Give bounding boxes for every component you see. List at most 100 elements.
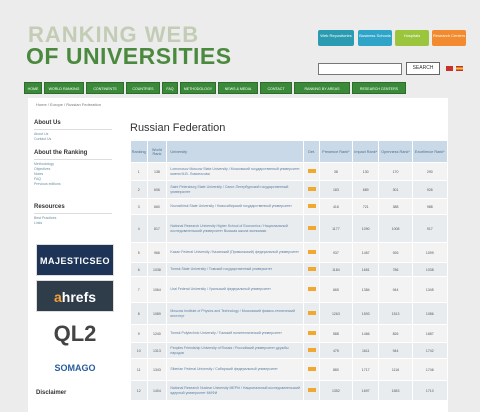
cell-university-link[interactable]: National Research Nuclear University MEP…: [166, 380, 305, 401]
details-icon[interactable]: [307, 367, 316, 371]
cell-presence-rank: 880: [318, 358, 353, 381]
details-icon[interactable]: [307, 250, 316, 254]
details-icon[interactable]: [307, 226, 316, 230]
cell-world-rank: 1404: [146, 380, 168, 401]
cell-world-rank: 966: [146, 242, 168, 263]
nav-world-ranking[interactable]: WORLD RANKING: [44, 82, 84, 94]
cell-impact-rank: 1697: [351, 380, 380, 401]
cell-det[interactable]: [303, 162, 320, 181]
cell-det[interactable]: [303, 214, 320, 243]
cell-university-link[interactable]: Peoples Friendship University of Russia …: [166, 342, 305, 359]
nav-continents[interactable]: CONTINENTS: [86, 82, 124, 94]
cell-det[interactable]: [303, 180, 320, 199]
sidebar-link-contact-us[interactable]: Contact Us: [34, 137, 51, 141]
cell-university-link[interactable]: Siberian Federal University / Сибирский …: [166, 358, 305, 381]
cell-university-link[interactable]: Moscow Institute of Physics and Technolo…: [166, 302, 305, 325]
cell-university-link[interactable]: Tomsk State University / Томский государ…: [166, 262, 305, 277]
details-icon[interactable]: [307, 388, 316, 392]
ranking-table: Ranking World Rank University Det. Prese…: [130, 140, 449, 401]
cell-excellence-rank: 290: [411, 162, 449, 181]
details-icon[interactable]: [307, 204, 316, 208]
cell-impact-rank: 1466: [351, 324, 380, 343]
column-header-openness-rank[interactable]: Openness Rank*: [378, 140, 413, 163]
research-centers-button[interactable]: Research Centers: [432, 30, 466, 46]
details-icon[interactable]: [307, 187, 316, 191]
cell-university-link[interactable]: Saint Petersburg State University / Санк…: [166, 180, 305, 199]
details-icon[interactable]: [307, 169, 316, 173]
sidebar-link-links[interactable]: Links: [34, 221, 42, 225]
column-header-excellence-rank[interactable]: Excellence Rank*: [411, 140, 449, 163]
nav-ranking-by-areas[interactable]: RANKING BY AREAS: [294, 82, 350, 94]
cell-openness-rank: 944: [378, 276, 413, 303]
details-icon[interactable]: [307, 348, 316, 352]
hospitals-button[interactable]: Hospitals: [395, 30, 429, 46]
details-icon[interactable]: [307, 311, 316, 315]
details-icon[interactable]: [307, 287, 316, 291]
column-header-ranking[interactable]: Ranking: [130, 140, 148, 163]
column-header-world-rank[interactable]: World Rank: [146, 140, 168, 163]
column-header-university[interactable]: University: [166, 140, 305, 163]
cell-openness-rank: 1116: [378, 358, 413, 381]
column-header-presence-rank[interactable]: Presence Rank*: [318, 140, 353, 163]
nav-faq[interactable]: FAQ: [162, 82, 178, 94]
cell-det[interactable]: [303, 358, 320, 381]
cell-university-link[interactable]: Novosibirsk State University / Новосибир…: [166, 198, 305, 215]
sidebar-link-methodology[interactable]: Methodology: [34, 162, 54, 166]
cell-excellence-rank: 1086: [411, 302, 449, 325]
business-schools-button[interactable]: Business Schools: [358, 30, 392, 46]
cell-det[interactable]: [303, 198, 320, 215]
cell-det[interactable]: [303, 342, 320, 359]
cell-det[interactable]: [303, 276, 320, 303]
search-input[interactable]: [318, 63, 402, 75]
cell-world-rank: 660: [146, 198, 168, 215]
cell-university-link[interactable]: Tomsk Polytechnic University / Томский п…: [166, 324, 305, 343]
sidebar-link-notes[interactable]: Notes: [34, 172, 43, 176]
web-repositories-button[interactable]: Web Repositories: [318, 30, 354, 46]
nav-contact[interactable]: CONTACT: [260, 82, 292, 94]
details-icon[interactable]: [307, 267, 316, 271]
majestic-seo-logo[interactable]: MAJESTICSEO: [36, 244, 114, 276]
cell-presence-rank: 937: [318, 242, 353, 263]
site-logo-bottom[interactable]: OF UNIVERSITIES: [26, 44, 232, 68]
sidebar-link-previous-editions[interactable]: Previous editions: [34, 182, 61, 186]
cell-world-rank: 1089: [146, 302, 168, 325]
cell-rank: 4: [130, 214, 148, 243]
spanish-flag-icon[interactable]: [456, 66, 463, 71]
nav-news-media[interactable]: NEWS & MEDIA: [218, 82, 258, 94]
cell-university-link[interactable]: National Research University Higher Scho…: [166, 214, 305, 243]
ql2-logo[interactable]: QL2: [36, 318, 114, 350]
sidebar-link-faq[interactable]: FAQ: [34, 177, 41, 181]
breadcrumb[interactable]: Home / Europe / Russian Federation: [36, 102, 101, 107]
search-button[interactable]: SEARCH: [406, 62, 440, 75]
sidebar-link-about-us[interactable]: About Us: [34, 132, 48, 136]
cell-university-link[interactable]: Lomonosov Moscow State University / Моск…: [166, 162, 305, 181]
cell-impact-rank: 1611: [351, 342, 380, 359]
sidebar-link-objectives[interactable]: Objectives: [34, 167, 50, 171]
cell-rank: 1: [130, 162, 148, 181]
cell-openness-rank: 388: [378, 198, 413, 215]
cell-det[interactable]: [303, 262, 320, 277]
cell-rank: 3: [130, 198, 148, 215]
cell-det[interactable]: [303, 324, 320, 343]
nav-research-centers[interactable]: RESEARCH CENTERS: [352, 82, 406, 94]
cell-impact-rank: 1467: [351, 242, 380, 263]
nav-countries[interactable]: COUNTRIES: [126, 82, 160, 94]
column-header-impact-rank[interactable]: Impact Rank*: [351, 140, 380, 163]
cell-university-link[interactable]: Kazan Federal University / Казанский (Пр…: [166, 242, 305, 263]
nav-home[interactable]: HOME: [24, 82, 42, 94]
cell-university-link[interactable]: Ural Federal University / Уральский феде…: [166, 276, 305, 303]
column-header-det: Det.: [303, 140, 320, 163]
cell-det[interactable]: [303, 380, 320, 401]
details-icon[interactable]: [307, 331, 316, 335]
table-row: 6 1038 Tomsk State University / Томский го…: [130, 262, 449, 277]
nav-methodology[interactable]: METHODOLOGY: [180, 82, 216, 94]
main-nav: HOME WORLD RANKING CONTINENTS COUNTRIES …: [24, 82, 452, 96]
table-row: 12 1404 National Research Nuclear Universi…: [130, 380, 449, 401]
cell-det[interactable]: [303, 242, 320, 263]
somago-logo[interactable]: SOMAGO: [36, 352, 114, 384]
ahrefs-logo[interactable]: ahrefs: [36, 280, 114, 312]
cell-det[interactable]: [303, 302, 320, 325]
english-flag-icon[interactable]: [446, 66, 453, 71]
table-row: 1 138 Lomonosov Moscow State University / …: [130, 162, 449, 181]
sidebar-link-best-practices[interactable]: Best Practices: [34, 216, 56, 220]
